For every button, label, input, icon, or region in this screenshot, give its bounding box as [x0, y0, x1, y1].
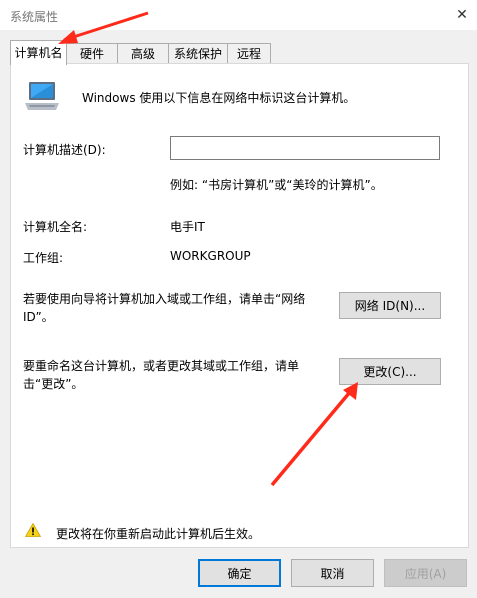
full-name-label: 计算机全名:: [23, 220, 88, 234]
warning-icon: [25, 523, 41, 537]
tab-remote[interactable]: 远程: [227, 43, 271, 64]
computer-icon: [25, 82, 59, 110]
tab-hardware[interactable]: 硬件: [66, 43, 118, 64]
network-id-text: 若要使用向导将计算机加入域或工作组，请单击“网络 ID”。: [23, 292, 306, 324]
tab-computer-name[interactable]: 计算机名: [10, 40, 67, 65]
apply-button[interactable]: 应用(A): [384, 559, 467, 587]
description-label: 计算机描述(D):: [23, 143, 106, 157]
title-bar: 系统属性 ✕: [0, 0, 477, 30]
computer-name-panel: Windows 使用以下信息在网络中标识这台计算机。 计算机描述(D): 例如:…: [10, 63, 469, 548]
workgroup-label: 工作组:: [23, 251, 64, 265]
tab-advanced[interactable]: 高级: [117, 43, 169, 64]
network-id-button[interactable]: 网络 ID(N)...: [339, 292, 441, 319]
intro-text: Windows 使用以下信息在网络中标识这台计算机。: [82, 91, 356, 105]
tab-system-protection[interactable]: 系统保护: [168, 43, 228, 64]
computer-description-input[interactable]: [170, 136, 440, 160]
rename-text: 要重命名这台计算机，或者更改其域或工作组，请单击“更改”。: [23, 359, 300, 391]
change-button[interactable]: 更改(C)...: [339, 358, 441, 385]
ok-button[interactable]: 确定: [198, 559, 281, 587]
cancel-button[interactable]: 取消: [291, 559, 374, 587]
workgroup-value: WORKGROUP: [170, 249, 251, 263]
description-example: 例如: “书房计算机”或“美玲的计算机”。: [170, 178, 383, 192]
full-name-value: 电手IT: [170, 220, 205, 234]
window-title: 系统属性: [10, 10, 59, 24]
close-icon[interactable]: ✕: [447, 0, 477, 30]
restart-warning-text: 更改将在你重新启动此计算机后生效。: [56, 527, 261, 541]
